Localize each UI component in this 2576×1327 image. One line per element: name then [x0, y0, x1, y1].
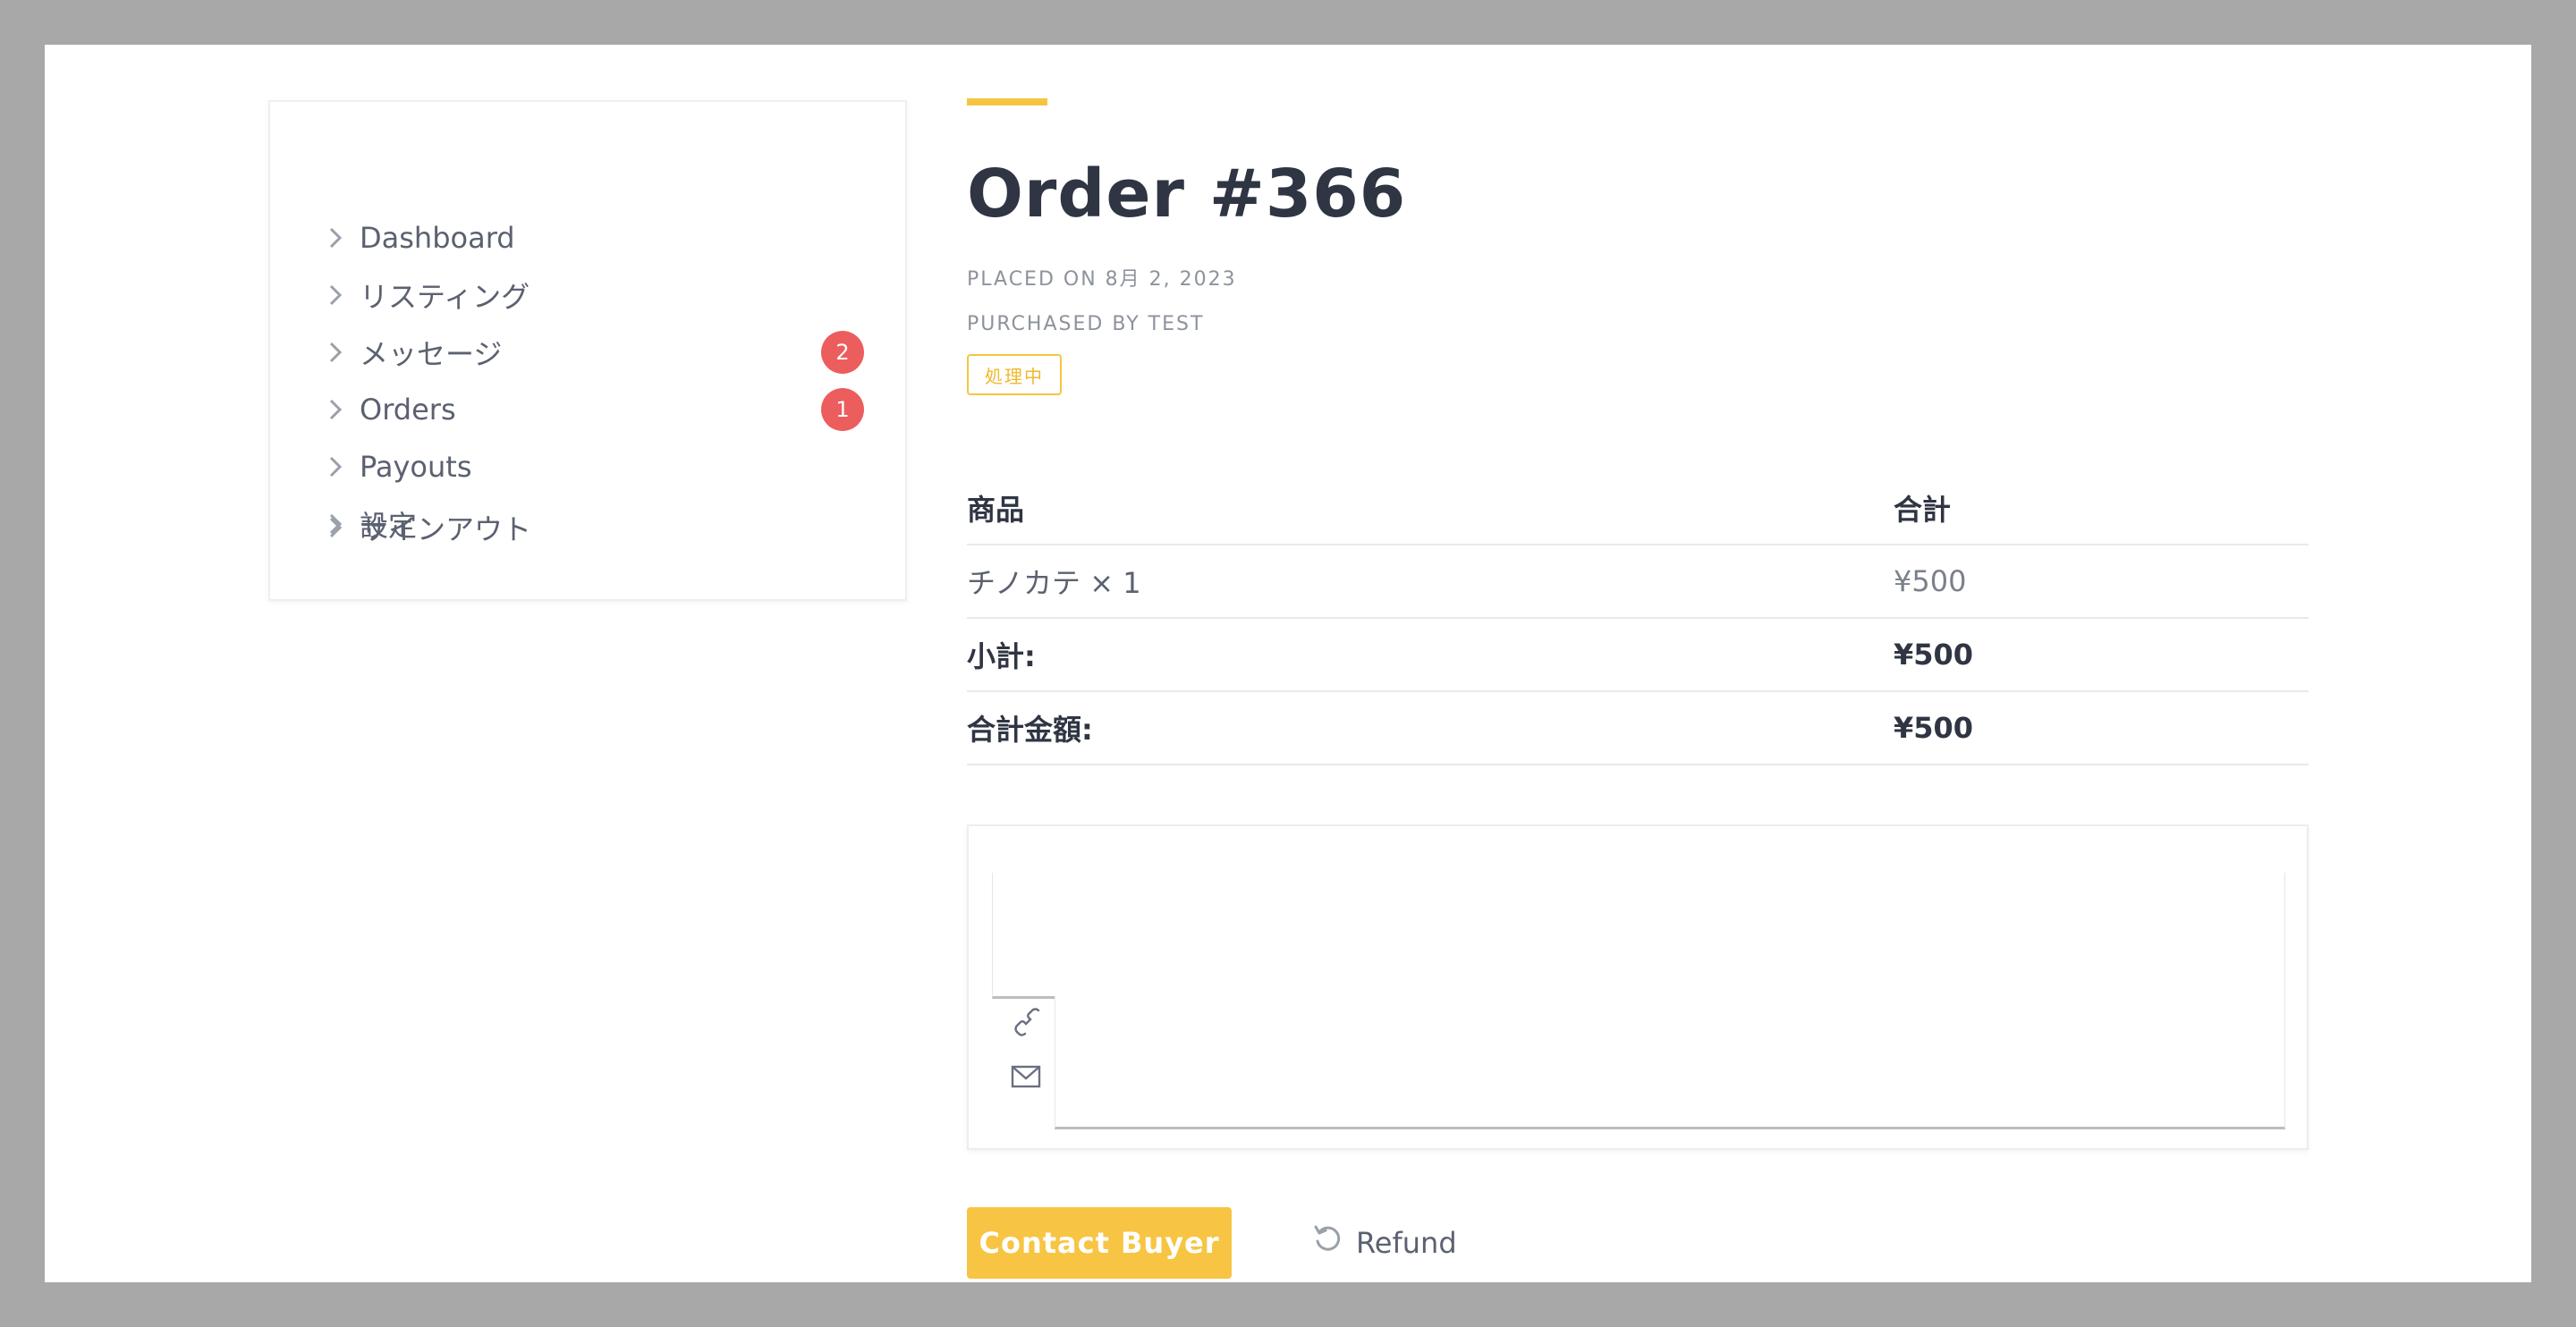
grand-total-row: 合計金額: ¥500 — [967, 692, 2309, 765]
table-row: チノカテ × 1 ¥500 — [967, 545, 2309, 619]
column-header-product: 商品 — [967, 493, 1025, 527]
page-frame: Dashboard リスティング メッセージ 2 Orders 1 Payout… — [45, 45, 2531, 1282]
chevron-right-icon — [327, 339, 354, 366]
chevron-right-icon — [327, 514, 354, 541]
contact-details-panel — [1055, 996, 2285, 1129]
title-accent-bar — [967, 98, 1047, 106]
sidebar-item-orders[interactable]: Orders 1 — [327, 385, 864, 435]
sidebar-item-dashboard[interactable]: Dashboard — [327, 213, 864, 263]
item-price: ¥500 — [1894, 564, 1967, 598]
purchased-by: PURCHASED BY TEST — [967, 313, 1205, 335]
page-title: Order #366 — [967, 156, 1407, 232]
mail-icon — [1010, 1061, 1042, 1093]
order-count-badge: 1 — [821, 388, 864, 431]
phone-icon — [1010, 1007, 1042, 1039]
refund-label: Refund — [1356, 1226, 1457, 1260]
contact-buyer-button[interactable]: Contact Buyer — [967, 1207, 1232, 1279]
unread-count-badge: 2 — [821, 331, 864, 374]
sidebar-item-label: Orders — [360, 393, 456, 427]
status-badge: 処理中 — [967, 354, 1062, 395]
placed-on-date: PLACED ON 8月 2, 2023 — [967, 268, 1237, 291]
sidebar-item-label: メッセージ — [360, 337, 503, 371]
table-header-row: 商品 合計 — [967, 472, 2309, 545]
undo-icon — [1311, 1223, 1343, 1263]
sidebar-item-label: Payouts — [360, 450, 472, 484]
sidebar-item-signout[interactable]: サインアウト — [327, 503, 864, 553]
contact-icons-column — [992, 996, 1055, 1130]
chevron-right-icon — [327, 453, 354, 480]
grand-total-value: ¥500 — [1894, 711, 1974, 745]
chevron-right-icon — [327, 282, 354, 309]
buyer-contact-box — [967, 824, 2309, 1150]
sidebar-item-listings[interactable]: リスティング — [327, 270, 864, 320]
sidebar-item-messages[interactable]: メッセージ 2 — [327, 327, 864, 377]
account-sidebar: Dashboard リスティング メッセージ 2 Orders 1 Payout… — [268, 100, 907, 601]
subtotal-value: ¥500 — [1894, 638, 1974, 672]
sidebar-item-label: サインアウト — [360, 512, 532, 546]
chevron-right-icon — [327, 224, 354, 251]
item-name: チノカテ × 1 — [967, 566, 1141, 600]
order-items-table: 商品 合計 チノカテ × 1 ¥500 小計: ¥500 合計金額: ¥500 — [967, 472, 2309, 765]
subtotal-label: 小計: — [967, 639, 1036, 673]
sidebar-item-label: リスティング — [360, 280, 530, 314]
address-panel — [992, 873, 2285, 999]
column-header-total: 合計 — [1894, 493, 1952, 527]
sidebar-item-label: Dashboard — [360, 221, 515, 255]
subtotal-row: 小計: ¥500 — [967, 619, 2309, 692]
grand-total-label: 合計金額: — [967, 713, 1093, 747]
sidebar-item-payouts[interactable]: Payouts — [327, 442, 864, 492]
chevron-right-icon — [327, 396, 354, 423]
refund-button[interactable]: Refund — [1306, 1211, 1462, 1275]
